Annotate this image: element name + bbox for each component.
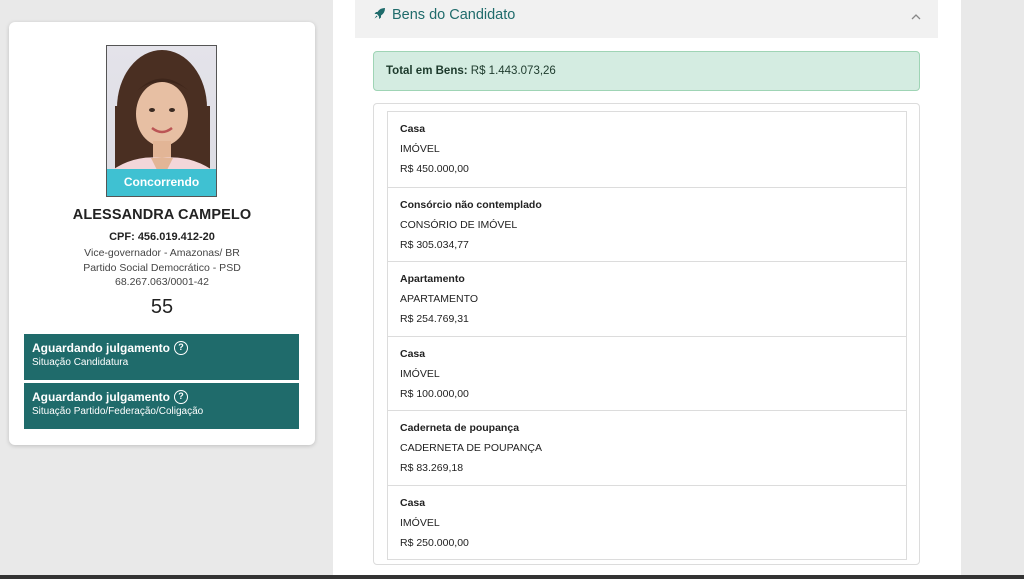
asset-value: R$ 254.769,31 bbox=[400, 313, 469, 325]
candidate-name: ALESSANDRA CAMPELO bbox=[72, 207, 252, 223]
candidate-party: Partido Social Democrático - PSD bbox=[83, 262, 241, 274]
asset-type: APARTAMENTO bbox=[400, 293, 478, 305]
list-item: Apartamento APARTAMENTO R$ 254.769,31 bbox=[388, 261, 906, 336]
asset-title: Casa bbox=[400, 123, 426, 135]
candidacy-situation-label: Situação Candidatura bbox=[32, 357, 129, 368]
assets-section-title: Bens do Candidato bbox=[392, 7, 516, 23]
assets-total: Total em Bens: R$ 1.443.073,26 bbox=[373, 51, 920, 91]
assets-section-header[interactable]: Bens do Candidato bbox=[355, 0, 938, 38]
candidacy-situation-box: Aguardando julgamento ? Situação Candida… bbox=[24, 334, 299, 380]
list-item: Casa IMÓVEL R$ 100.000,00 bbox=[388, 335, 906, 411]
help-circle-icon[interactable]: ? bbox=[174, 341, 188, 355]
list-item: Casa IMÓVEL R$ 450.000,00 bbox=[388, 112, 906, 187]
asset-title: Casa bbox=[400, 496, 426, 509]
list-item: Consórcio não contemplado CONSÓRIO DE IM… bbox=[388, 186, 906, 262]
assets-container: Casa IMÓVEL R$ 450.000,00 Consórcio não … bbox=[373, 103, 920, 565]
asset-type: IMÓVEL bbox=[400, 516, 440, 529]
party-situation-title: Aguardando julgamento bbox=[32, 390, 170, 404]
asset-type: IMÓVEL bbox=[400, 367, 440, 380]
asset-value: R$ 305.034,77 bbox=[400, 238, 469, 251]
assets-total-label: Total em Bens: bbox=[386, 65, 468, 77]
candidate-card: Concorrendo ALESSANDRA CAMPELO CPF: 456.… bbox=[9, 22, 315, 445]
asset-title: Apartamento bbox=[400, 273, 465, 285]
candidate-photo: Concorrendo bbox=[106, 45, 217, 197]
rocket-icon bbox=[374, 7, 386, 23]
asset-title: Consórcio não contemplado bbox=[400, 198, 542, 211]
chevron-up-icon[interactable] bbox=[911, 9, 921, 23]
candidate-cnpj: 68.267.063/0001-42 bbox=[114, 276, 209, 288]
asset-value: R$ 450.000,00 bbox=[400, 163, 469, 175]
candidate-role: Vice-governador - Amazonas/ BR bbox=[84, 247, 240, 259]
list-item: Casa IMÓVEL R$ 250.000,00 bbox=[388, 484, 906, 560]
candidate-number: 55 bbox=[150, 296, 174, 318]
asset-type: IMÓVEL bbox=[400, 143, 440, 155]
taskbar-edge bbox=[0, 575, 1024, 579]
candidacy-situation-title: Aguardando julgamento bbox=[32, 341, 170, 355]
status-badge: Concorrendo bbox=[107, 169, 216, 196]
party-situation-box: Aguardando julgamento ? Situação Partido… bbox=[24, 383, 299, 429]
asset-value: R$ 250.000,00 bbox=[400, 536, 469, 549]
asset-title: Casa bbox=[400, 347, 426, 360]
asset-value: R$ 100.000,00 bbox=[400, 387, 469, 400]
asset-title: Caderneta de poupança bbox=[400, 422, 520, 434]
asset-value: R$ 83.269,18 bbox=[400, 462, 464, 474]
candidate-cpf: CPF: 456.019.412-20 bbox=[109, 231, 215, 243]
assets-list: Casa IMÓVEL R$ 450.000,00 Consórcio não … bbox=[387, 111, 907, 560]
asset-type: CONSÓRIO DE IMÓVEL bbox=[400, 218, 518, 231]
assets-total-value: R$ 1.443.073,26 bbox=[470, 65, 556, 77]
list-item: Caderneta de poupança CADERNETA DE POUPA… bbox=[388, 410, 906, 485]
help-circle-icon[interactable]: ? bbox=[174, 390, 188, 404]
party-situation-label: Situação Partido/Federação/Coligação bbox=[32, 406, 204, 417]
asset-type: CADERNETA DE POUPANÇA bbox=[400, 442, 542, 454]
